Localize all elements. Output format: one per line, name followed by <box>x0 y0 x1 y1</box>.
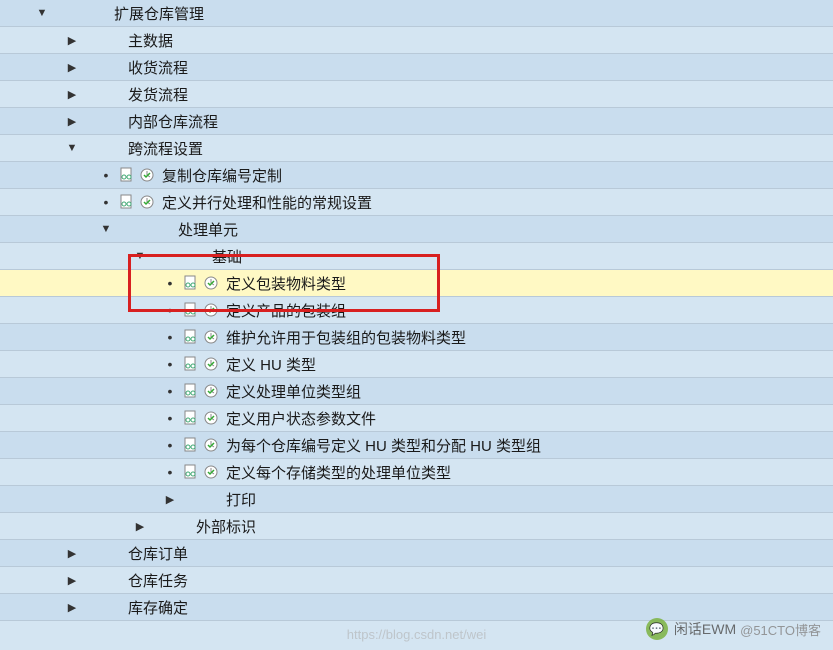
tree-label: 复制仓库编号定制 <box>162 165 282 186</box>
bullet-icon: • <box>158 356 182 372</box>
tree-label: 跨流程设置 <box>128 138 203 159</box>
tree-row[interactable]: ▶ 仓库任务 <box>0 567 833 594</box>
tree-label: 打印 <box>226 489 256 510</box>
bullet-icon: • <box>94 194 118 210</box>
doc-glasses-icon[interactable] <box>182 301 200 319</box>
wechat-icon: 💬 <box>646 618 668 640</box>
bullet-icon: • <box>158 464 182 480</box>
tree-row-highlighted[interactable]: • 定义包装物料类型 <box>0 270 833 297</box>
bullet-icon: • <box>158 383 182 399</box>
clock-check-icon[interactable] <box>202 409 220 427</box>
tree-row[interactable]: ▶ 仓库订单 <box>0 540 833 567</box>
clock-check-icon[interactable] <box>202 355 220 373</box>
expand-arrow-icon[interactable]: ▼ <box>30 7 54 19</box>
doc-glasses-icon[interactable] <box>182 409 200 427</box>
tree-row[interactable]: • 定义并行处理和性能的常规设置 <box>0 189 833 216</box>
tree-row[interactable]: • 定义每个存储类型的处理单位类型 <box>0 459 833 486</box>
bullet-icon: • <box>158 275 182 291</box>
clock-check-icon[interactable] <box>202 301 220 319</box>
clock-check-icon[interactable] <box>202 274 220 292</box>
tree-row[interactable]: ▶ 主数据 <box>0 27 833 54</box>
collapse-arrow-icon[interactable]: ▶ <box>60 61 84 74</box>
tree-row[interactable]: ▶ 外部标识 <box>0 513 833 540</box>
collapse-arrow-icon[interactable]: ▶ <box>60 574 84 587</box>
doc-glasses-icon[interactable] <box>182 355 200 373</box>
tree-label: 定义用户状态参数文件 <box>226 408 376 429</box>
expand-arrow-icon[interactable]: ▼ <box>94 223 118 235</box>
tree-row[interactable]: ▶ 收货流程 <box>0 54 833 81</box>
tree-label: 处理单元 <box>178 219 238 240</box>
tree-row[interactable]: ▼ 处理单元 <box>0 216 833 243</box>
tree-label: 内部仓库流程 <box>128 111 218 132</box>
tree-row-root[interactable]: ▼ 扩展仓库管理 <box>0 0 833 27</box>
tree-label: 收货流程 <box>128 57 188 78</box>
tree-label: 定义每个存储类型的处理单位类型 <box>226 462 451 483</box>
bullet-icon: • <box>94 167 118 183</box>
config-tree: ▼ 扩展仓库管理 ▶ 主数据 ▶ 收货流程 ▶ 发货流程 ▶ 内部仓库流程 ▼ … <box>0 0 833 621</box>
tree-label: 扩展仓库管理 <box>114 3 204 24</box>
tree-row[interactable]: • 为每个仓库编号定义 HU 类型和分配 HU 类型组 <box>0 432 833 459</box>
watermark-center: https://blog.csdn.net/wei <box>347 627 486 642</box>
tree-label: 定义产品的包装组 <box>226 300 346 321</box>
tree-row[interactable]: • 定义产品的包装组 <box>0 297 833 324</box>
tree-row-basic[interactable]: ▼ 基础 <box>0 243 833 270</box>
tree-label: 仓库任务 <box>128 570 188 591</box>
doc-glasses-icon[interactable] <box>182 463 200 481</box>
bullet-icon: • <box>158 329 182 345</box>
doc-glasses-icon[interactable] <box>182 274 200 292</box>
collapse-arrow-icon[interactable]: ▶ <box>128 520 152 533</box>
clock-check-icon[interactable] <box>202 463 220 481</box>
watermark-text: 闲话EWM <box>674 619 736 639</box>
tree-row[interactable]: • 维护允许用于包装组的包装物料类型 <box>0 324 833 351</box>
doc-glasses-icon[interactable] <box>182 382 200 400</box>
clock-check-icon[interactable] <box>202 382 220 400</box>
tree-label: 定义包装物料类型 <box>226 273 346 294</box>
tree-label: 库存确定 <box>128 597 188 618</box>
tree-label: 为每个仓库编号定义 HU 类型和分配 HU 类型组 <box>226 435 541 456</box>
clock-check-icon[interactable] <box>202 436 220 454</box>
tree-label: 外部标识 <box>196 516 256 537</box>
collapse-arrow-icon[interactable]: ▶ <box>60 115 84 128</box>
tree-label: 基础 <box>212 246 242 267</box>
tree-row[interactable]: • 定义处理单位类型组 <box>0 378 833 405</box>
doc-glasses-icon[interactable] <box>182 328 200 346</box>
tree-label: 定义处理单位类型组 <box>226 381 361 402</box>
tree-label: 定义 HU 类型 <box>226 354 316 375</box>
clock-check-icon[interactable] <box>202 328 220 346</box>
doc-glasses-icon[interactable] <box>118 193 136 211</box>
tree-label: 仓库订单 <box>128 543 188 564</box>
tree-row[interactable]: • 定义 HU 类型 <box>0 351 833 378</box>
tree-row[interactable]: ▶ 发货流程 <box>0 81 833 108</box>
bullet-icon: • <box>158 437 182 453</box>
doc-glasses-icon[interactable] <box>182 436 200 454</box>
collapse-arrow-icon[interactable]: ▶ <box>158 493 182 506</box>
collapse-arrow-icon[interactable]: ▶ <box>60 601 84 614</box>
tree-row[interactable]: • 复制仓库编号定制 <box>0 162 833 189</box>
tree-row[interactable]: ▶ 打印 <box>0 486 833 513</box>
tree-label: 定义并行处理和性能的常规设置 <box>162 192 372 213</box>
tree-row[interactable]: ▶ 库存确定 <box>0 594 833 621</box>
tree-row[interactable]: ▶ 内部仓库流程 <box>0 108 833 135</box>
clock-check-icon[interactable] <box>138 193 156 211</box>
tree-label: 发货流程 <box>128 84 188 105</box>
tree-row[interactable]: ▼ 跨流程设置 <box>0 135 833 162</box>
watermark-right: 💬 闲话EWM @51CTO博客 <box>646 618 821 640</box>
tree-label: 维护允许用于包装组的包装物料类型 <box>226 327 466 348</box>
tree-label: 主数据 <box>128 30 173 51</box>
collapse-arrow-icon[interactable]: ▶ <box>60 547 84 560</box>
expand-arrow-icon[interactable]: ▼ <box>128 250 152 262</box>
bullet-icon: • <box>158 302 182 318</box>
doc-glasses-icon[interactable] <box>118 166 136 184</box>
collapse-arrow-icon[interactable]: ▶ <box>60 34 84 47</box>
bullet-icon: • <box>158 410 182 426</box>
watermark-text: @51CTO博客 <box>740 620 821 639</box>
expand-arrow-icon[interactable]: ▼ <box>60 142 84 154</box>
tree-row[interactable]: • 定义用户状态参数文件 <box>0 405 833 432</box>
collapse-arrow-icon[interactable]: ▶ <box>60 88 84 101</box>
clock-check-icon[interactable] <box>138 166 156 184</box>
